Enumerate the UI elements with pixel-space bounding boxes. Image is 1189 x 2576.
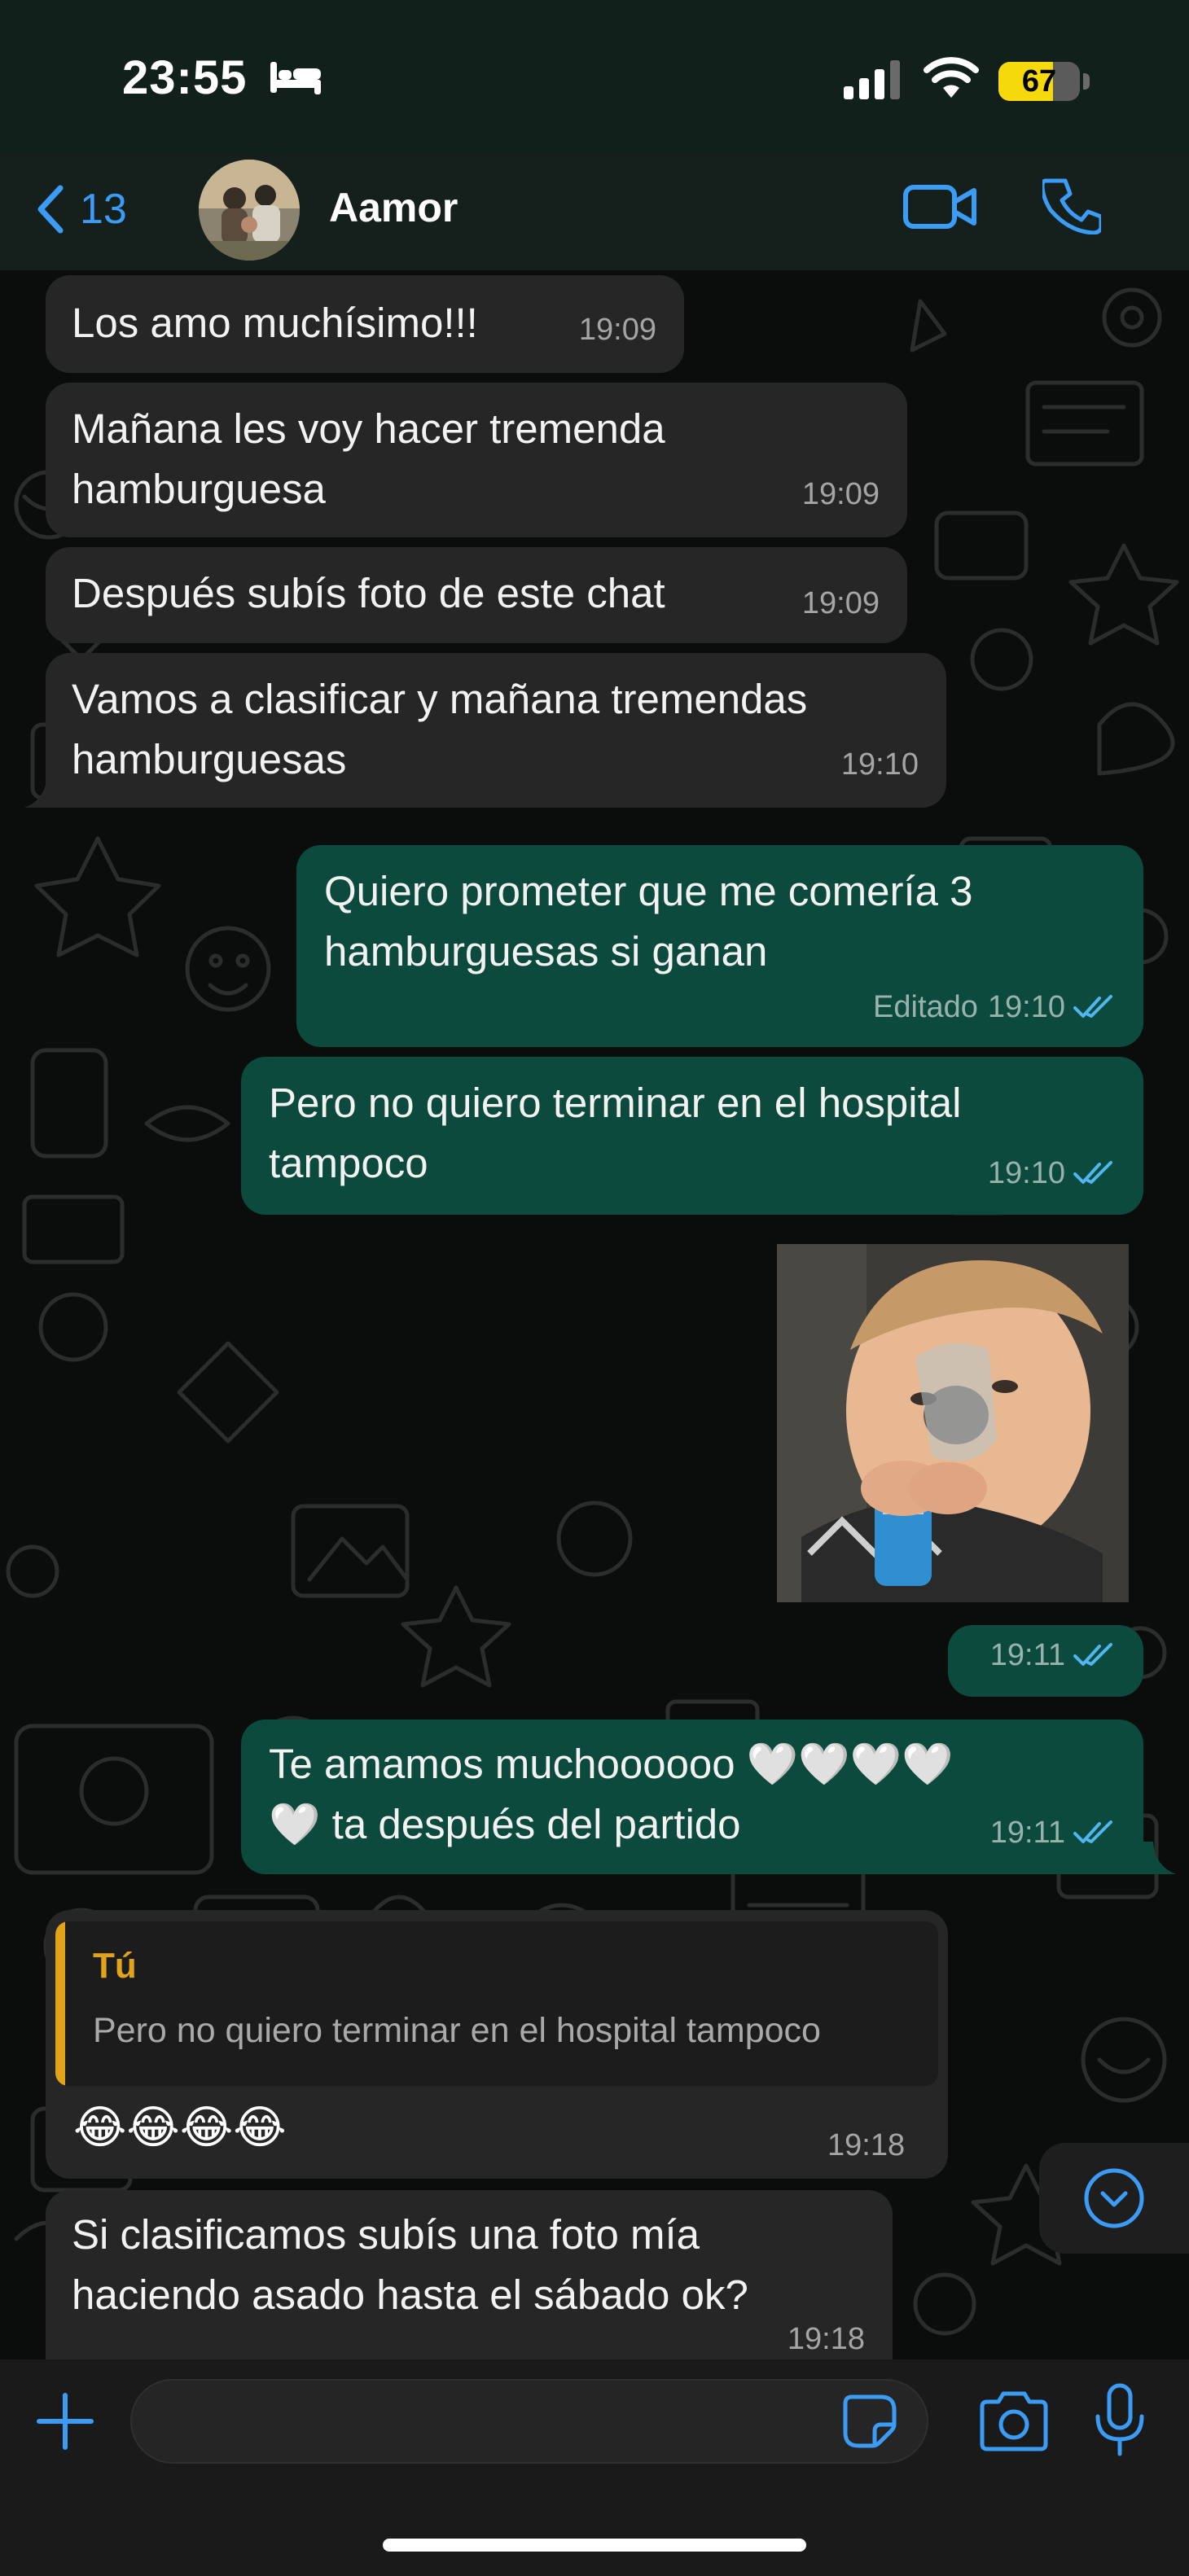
message-time: 19:10	[987, 1156, 1065, 1190]
message-time: 19:09	[578, 313, 656, 347]
message-bubble-incoming[interactable]: Mañana les voy hacer tremenda hamburgues…	[46, 383, 907, 537]
read-ticks-icon	[1073, 1161, 1112, 1184]
photo-message[interactable]	[777, 1244, 1129, 1602]
microphone-icon[interactable]	[1091, 2382, 1148, 2457]
video-call-icon[interactable]	[902, 181, 977, 233]
scroll-to-bottom-button[interactable]	[1039, 2143, 1189, 2254]
message-bubble-outgoing[interactable]: Te amamos muchoooooo 🤍🤍🤍🤍 🤍 ta después d…	[241, 1720, 1143, 1874]
message-time: 19:10	[987, 990, 1065, 1024]
message-bubble-incoming[interactable]: Después subís foto de este chat 19:09	[46, 547, 907, 643]
message-text: Te amamos muchoooooo 🤍🤍🤍🤍	[269, 1741, 954, 1787]
message-text: Pero no quiero terminar en el hospital	[269, 1080, 962, 1126]
message-text: hamburguesas	[72, 736, 347, 782]
plus-icon[interactable]	[33, 2389, 98, 2454]
message-time: 19:10	[840, 747, 919, 782]
message-text: Después subís foto de este chat	[72, 570, 665, 616]
avatar[interactable]	[199, 160, 300, 261]
contact-name[interactable]: Aamor	[329, 184, 458, 231]
quoted-author: Tú	[93, 1946, 137, 1986]
quoted-text: Pero no quiero terminar en el hospital t…	[93, 2011, 821, 2050]
message-text: Vamos a clasificar y mañana tremendas	[72, 676, 808, 722]
edited-label: Editado	[873, 990, 978, 1024]
message-text: hamburguesas si ganan	[324, 928, 768, 975]
message-text: 😂😂😂😂	[73, 2101, 287, 2153]
message-time: 19:09	[801, 586, 880, 620]
phone-icon[interactable]	[1042, 176, 1101, 234]
message-bubble-outgoing[interactable]: Pero no quiero terminar en el hospital t…	[241, 1057, 1143, 1215]
message-text: Los amo muchísimo!!!	[72, 300, 478, 346]
message-time: 19:11	[989, 1638, 1065, 1672]
unread-count: 13	[80, 186, 127, 233]
message-bubble-outgoing[interactable]: Quiero prometer que me comería 3 hamburg…	[296, 845, 1143, 1047]
bubble-tail	[1143, 1842, 1176, 1874]
battery-nub	[1083, 73, 1090, 90]
read-ticks-icon	[1073, 1820, 1112, 1843]
quote-bar	[55, 1921, 65, 2086]
signal-icon	[844, 60, 900, 99]
message-time: 19:09	[801, 477, 880, 511]
message-time: 19:11	[989, 1816, 1065, 1850]
read-ticks-icon	[1073, 1643, 1112, 1666]
message-bubble-outgoing[interactable]: 19:11	[948, 1625, 1143, 1697]
message-text: Mañana les voy hacer tremenda	[72, 405, 665, 452]
message-text: Quiero prometer que me comería 3	[324, 868, 973, 914]
message-text: tampoco	[269, 1140, 428, 1186]
wifi-icon	[924, 57, 979, 98]
bubble-tail	[24, 775, 57, 808]
sticker-icon[interactable]	[840, 2392, 899, 2451]
bed-icon	[270, 62, 321, 94]
message-text: 🤍 ta después del partido	[269, 1801, 741, 1847]
camera-icon[interactable]	[977, 2390, 1051, 2452]
back-chevron-icon	[37, 185, 64, 234]
message-time: 19:18	[827, 2128, 906, 2162]
home-indicator	[383, 2539, 806, 2552]
status-time: 23:55	[122, 51, 248, 104]
message-text: Si clasificamos subís una foto mía	[72, 2211, 700, 2258]
message-bubble-incoming[interactable]: Si clasificamos subís una foto mía hacie…	[46, 2190, 893, 2385]
chat-header	[0, 155, 1189, 270]
message-bubble-incoming[interactable]: Los amo muchísimo!!! 19:09	[46, 275, 684, 373]
message-text: haciendo asado hasta el sábado ok?	[72, 2272, 748, 2318]
battery-percentage: 67	[1021, 64, 1057, 99]
chevron-down-icon	[1084, 2168, 1144, 2228]
message-bubble-incoming[interactable]: Vamos a clasificar y mañana tremendas ha…	[46, 653, 946, 808]
back-button[interactable]: 13	[33, 181, 127, 238]
battery-indicator: 67	[998, 62, 1080, 101]
quoted-message[interactable]: Tú Pero no quiero terminar en el hospita…	[55, 1921, 938, 2086]
read-ticks-icon	[1073, 995, 1112, 1018]
message-input[interactable]	[130, 2379, 928, 2464]
message-text: hamburguesa	[72, 466, 326, 512]
